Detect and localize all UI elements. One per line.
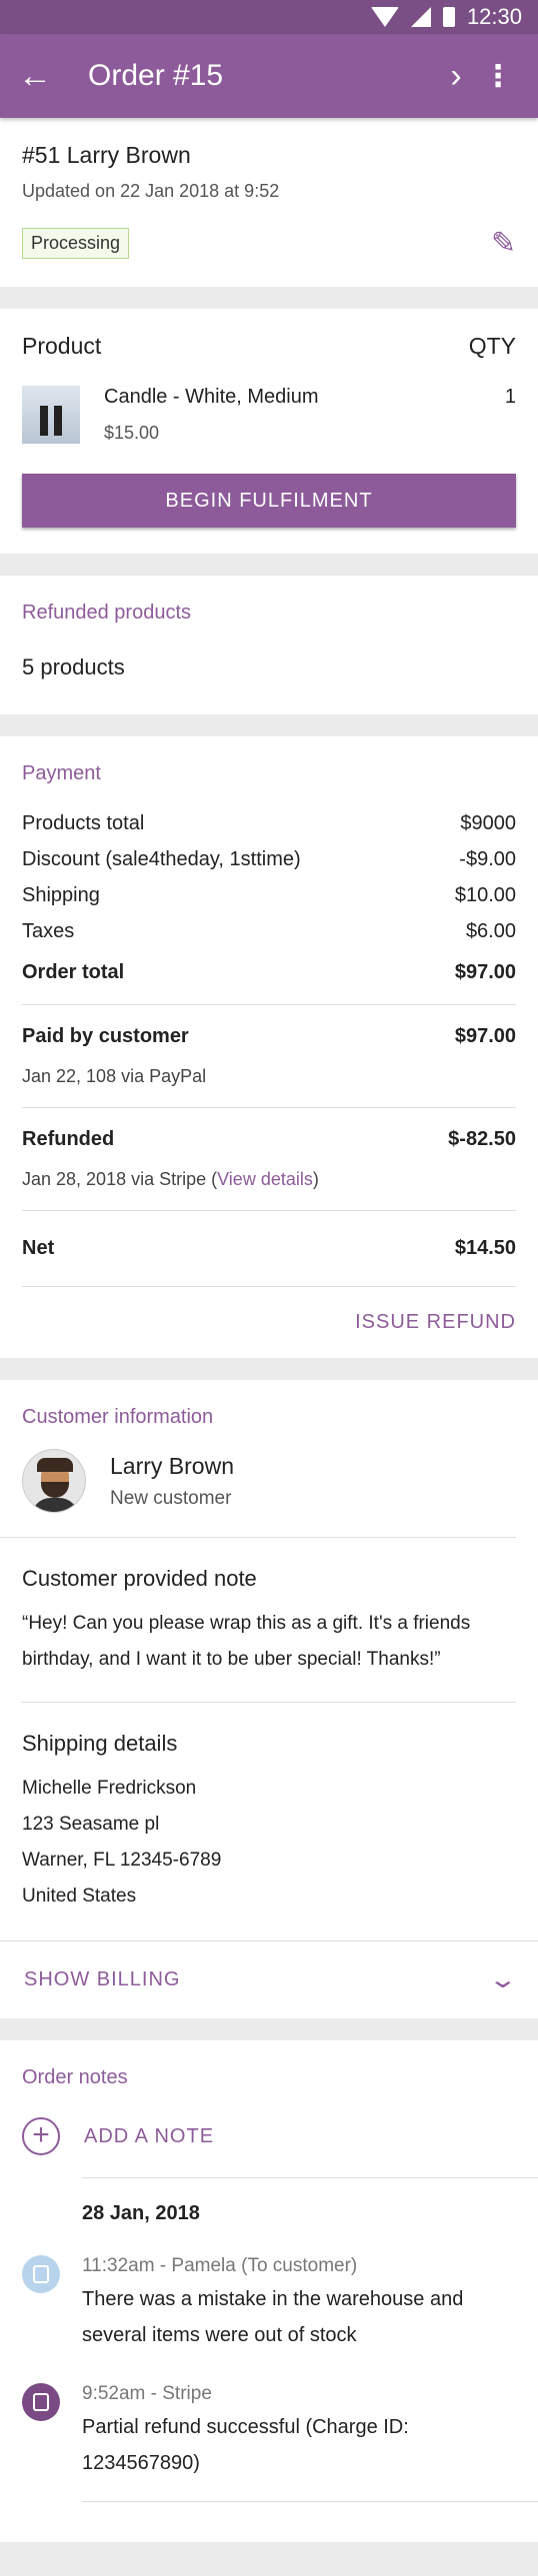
payment-line-label: Discount (sale4theday, 1sttime) bbox=[22, 848, 301, 870]
shipping-details-block: Shipping details Michelle Fredrickson 12… bbox=[0, 1703, 538, 1941]
refunded-products-count: 5 products bbox=[22, 654, 125, 679]
issue-refund-button[interactable]: ISSUE REFUND bbox=[22, 1287, 516, 1348]
payment-line-label: Shipping bbox=[22, 884, 100, 906]
battery-icon bbox=[442, 7, 455, 27]
note-item: 11:32am - Pamela (To customer) There was… bbox=[0, 2225, 538, 2353]
payment-line-value: -$9.00 bbox=[459, 848, 516, 870]
payment-line-value: $10.00 bbox=[454, 884, 516, 906]
note-item: 9:52am - Stripe Partial refund successfu… bbox=[0, 2353, 538, 2481]
next-order-icon[interactable]: › bbox=[434, 57, 478, 96]
signal-icon bbox=[410, 7, 431, 27]
note-icon bbox=[22, 2255, 60, 2293]
avatar bbox=[22, 1449, 86, 1513]
note-body: There was a mistake in the warehouse and… bbox=[82, 2288, 464, 2346]
customer-info-title: Customer information bbox=[22, 1406, 214, 1428]
payment-line: Taxes $6.00 bbox=[22, 913, 516, 949]
product-name: Candle - White, Medium bbox=[104, 386, 319, 408]
payment-line-label: Products total bbox=[22, 812, 145, 834]
order-notes-title: Order notes bbox=[22, 2066, 128, 2088]
product-thumbnail bbox=[22, 386, 80, 444]
payment-card: Payment Products total $9000 Discount (s… bbox=[0, 736, 538, 1358]
refunded-products-card[interactable]: Refunded products 5 products bbox=[0, 576, 538, 714]
customer-note-text: “Hey! Can you please wrap this as a gift… bbox=[22, 1613, 471, 1670]
product-card: Product QTY Candle - White, Medium $15.0… bbox=[0, 309, 538, 554]
shipping-title: Shipping details bbox=[22, 1731, 178, 1756]
customer-note-title: Customer provided note bbox=[22, 1566, 257, 1591]
payment-line: Shipping $10.00 bbox=[22, 877, 516, 913]
status-time: 12:30 bbox=[466, 4, 522, 29]
net-label: Net bbox=[22, 1237, 55, 1259]
net-value: $14.50 bbox=[454, 1237, 516, 1259]
order-updated: Updated on 22 Jan 2018 at 9:52 bbox=[22, 181, 280, 201]
payment-line: Products total $9000 bbox=[22, 805, 516, 841]
shipping-line: Michelle Fredrickson bbox=[22, 1778, 197, 1799]
note-meta: 11:32am - Pamela (To customer) bbox=[82, 2255, 358, 2276]
payment-line-label: Taxes bbox=[22, 920, 75, 942]
refunded-products-title: Refunded products bbox=[22, 602, 192, 624]
customer-row[interactable]: Larry Brown New customer bbox=[0, 1429, 516, 1538]
shipping-line: Warner, FL 12345-6789 bbox=[22, 1850, 222, 1871]
refunded-sub-suffix: ) bbox=[312, 1169, 319, 1189]
show-billing-label: SHOW BILLING bbox=[24, 1968, 181, 1990]
order-notes-card: Order notes + ADD A NOTE 28 Jan, 2018 11… bbox=[0, 2040, 538, 2542]
chevron-down-icon: ⌄ bbox=[487, 1966, 520, 1993]
paid-label: Paid by customer bbox=[22, 1025, 189, 1047]
back-arrow-icon[interactable]: ← bbox=[18, 59, 88, 93]
product-row[interactable]: Candle - White, Medium $15.00 1 bbox=[22, 386, 516, 444]
shipping-line: 123 Seasame pl bbox=[22, 1814, 160, 1835]
customer-name: Larry Brown bbox=[110, 1452, 234, 1479]
refunded-label: Refunded bbox=[22, 1128, 115, 1150]
add-note-button[interactable]: + ADD A NOTE bbox=[0, 2089, 538, 2177]
app-bar: ← Order #15 › ⋮ bbox=[0, 34, 538, 118]
show-billing-toggle[interactable]: SHOW BILLING ⌄ bbox=[0, 1941, 538, 2018]
page-title: Order #15 bbox=[88, 59, 224, 92]
payment-line-value: $9000 bbox=[460, 812, 516, 834]
payment-title: Payment bbox=[22, 762, 101, 784]
note-meta: 9:52am - Stripe bbox=[82, 2383, 212, 2404]
customer-info-card: Customer information Larry Brown New cus… bbox=[0, 1380, 538, 2018]
product-qty: 1 bbox=[504, 386, 516, 408]
add-circle-icon: + bbox=[22, 2117, 60, 2155]
refunded-block: Refunded $-82.50 Jan 28, 2018 via Stripe… bbox=[22, 1108, 516, 1211]
order-name: #51 Larry Brown bbox=[22, 142, 191, 168]
note-body: Partial refund successful (Charge ID: 12… bbox=[82, 2416, 409, 2474]
status-bar: 12:30 bbox=[0, 0, 538, 34]
status-badge: Processing bbox=[22, 228, 130, 259]
add-note-label: ADD A NOTE bbox=[84, 2124, 215, 2147]
order-detail-screen: 12:30 ← Order #15 › ⋮ #51 Larry Brown Up… bbox=[0, 0, 538, 2576]
net-row: Net $14.50 bbox=[22, 1211, 516, 1287]
view-details-link[interactable]: View details bbox=[217, 1169, 313, 1189]
refunded-sub-text: Jan 28, 2018 via Stripe ( bbox=[22, 1169, 218, 1189]
refunded-sub: Jan 28, 2018 via Stripe (View details) bbox=[22, 1169, 516, 1190]
order-total-value: $97.00 bbox=[454, 961, 516, 983]
wifi-icon bbox=[370, 7, 399, 27]
edit-pencil-icon[interactable]: ✎ bbox=[491, 226, 516, 261]
customer-note-block: Customer provided note “Hey! Can you ple… bbox=[22, 1538, 516, 1703]
payment-line: Discount (sale4theday, 1sttime) -$9.00 bbox=[22, 841, 516, 877]
order-total-row: Order total $97.00 bbox=[22, 949, 516, 1005]
product-price: $15.00 bbox=[104, 423, 160, 443]
payment-line-value: $6.00 bbox=[465, 920, 516, 942]
shipping-line: United States bbox=[22, 1886, 137, 1907]
qty-header-label: QTY bbox=[468, 333, 516, 359]
paid-value: $97.00 bbox=[454, 1025, 516, 1047]
order-total-label: Order total bbox=[22, 961, 125, 983]
refunded-value: $-82.50 bbox=[448, 1128, 516, 1150]
paid-by-customer-block: Paid by customer $97.00 Jan 22, 108 via … bbox=[22, 1005, 516, 1108]
begin-fulfilment-button[interactable]: BEGIN FULFILMENT bbox=[22, 474, 516, 528]
order-summary-card: #51 Larry Brown Updated on 22 Jan 2018 a… bbox=[0, 118, 538, 287]
customer-type: New customer bbox=[110, 1487, 232, 1509]
more-vert-icon[interactable]: ⋮ bbox=[478, 59, 518, 94]
note-icon bbox=[22, 2383, 60, 2421]
product-header-label: Product bbox=[22, 333, 102, 359]
paid-sub: Jan 22, 108 via PayPal bbox=[22, 1066, 207, 1086]
note-date: 28 Jan, 2018 bbox=[82, 2202, 200, 2224]
